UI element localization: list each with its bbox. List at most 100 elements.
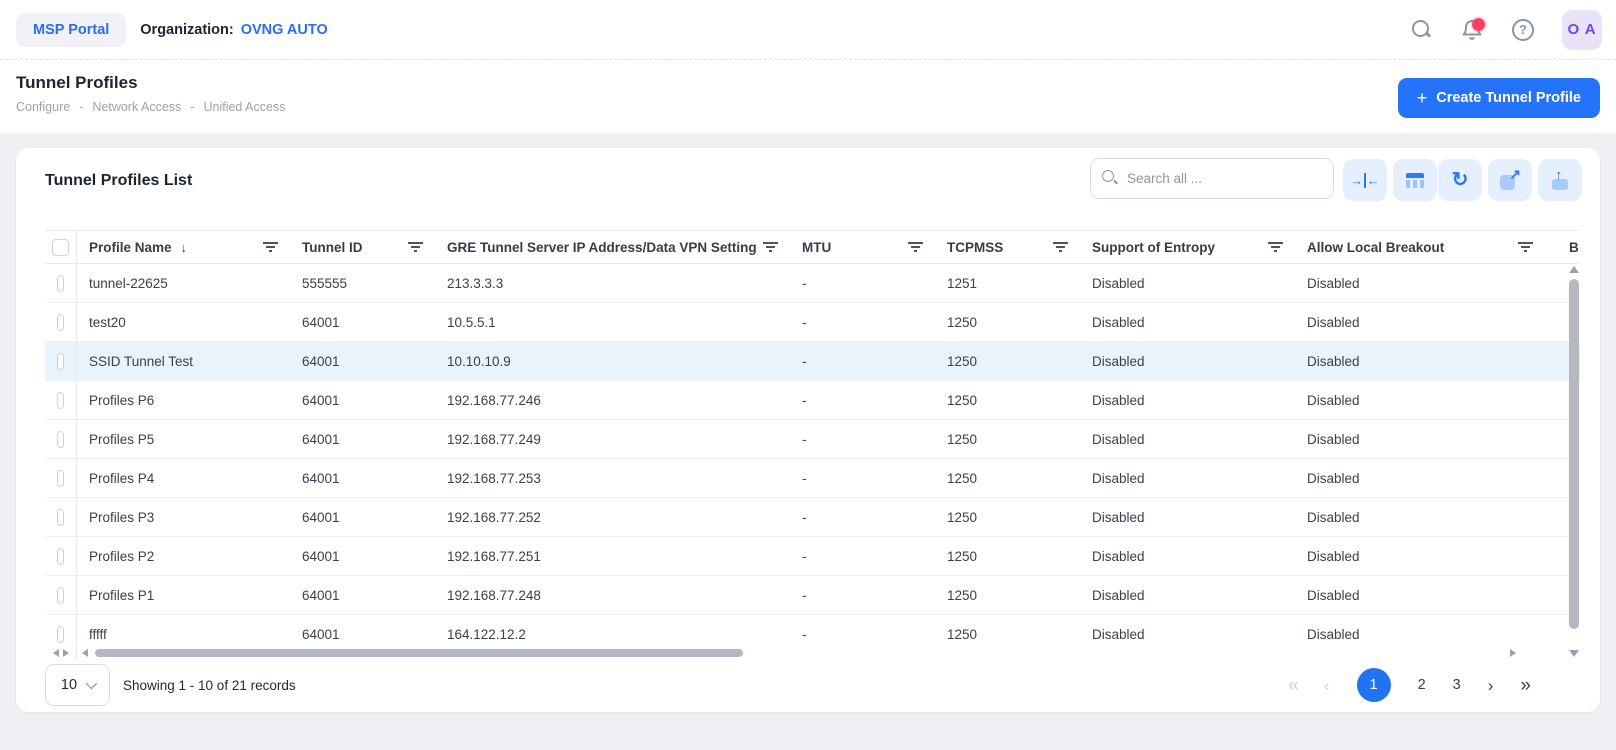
column-settings-button[interactable] [1393, 159, 1437, 201]
sort-desc-icon[interactable]: ↓ [181, 240, 188, 255]
cell-allow-local-breakout: Disabled [1295, 471, 1545, 486]
row-checkbox[interactable] [57, 314, 64, 331]
table-columns-icon [1406, 173, 1424, 188]
row-checkbox[interactable] [57, 431, 64, 448]
column-header-mtu[interactable]: MTU [790, 231, 935, 263]
breadcrumb-item-configure[interactable]: Configure [16, 100, 70, 114]
horizontal-scroll-thumb[interactable] [95, 649, 743, 657]
scroll-left-icon[interactable] [53, 649, 59, 657]
pagination-page-2[interactable]: 2 [1418, 677, 1426, 693]
table-row[interactable]: Profiles P3 64001 192.168.77.252 - 1250 … [45, 498, 1580, 537]
cell-support-of-entropy: Disabled [1080, 432, 1295, 447]
row-checkbox[interactable] [57, 548, 64, 565]
table-row[interactable]: Profiles P6 64001 192.168.77.246 - 1250 … [45, 381, 1580, 420]
column-header-gre-ip[interactable]: GRE Tunnel Server IP Address/Data VPN Se… [435, 231, 790, 263]
filter-icon[interactable] [263, 242, 278, 252]
collapse-columns-icon: →← [1350, 173, 1380, 188]
table-row[interactable]: tunnel-22625 555555 213.3.3.3 - 1251 Dis… [45, 264, 1580, 303]
scroll-left-icon[interactable] [82, 649, 88, 657]
pagination-first-button[interactable]: « [1288, 676, 1297, 695]
pagination: « ‹ 1 2 3 › » [1288, 668, 1529, 702]
row-checkbox-cell [45, 264, 77, 302]
row-checkbox[interactable] [57, 275, 64, 292]
create-tunnel-profile-button[interactable]: + Create Tunnel Profile [1398, 78, 1600, 118]
notifications-bell-icon[interactable] [1460, 18, 1484, 42]
table-row[interactable]: Profiles P2 64001 192.168.77.251 - 1250 … [45, 537, 1580, 576]
pagination-page-3[interactable]: 3 [1453, 677, 1461, 693]
vertical-scrollbar[interactable] [1567, 266, 1581, 661]
column-header-support-of-entropy[interactable]: Support of Entropy [1080, 231, 1295, 263]
scroll-right-icon[interactable] [63, 649, 69, 657]
filter-icon[interactable] [1268, 242, 1283, 252]
search-input[interactable] [1090, 158, 1334, 199]
horizontal-scroll-track[interactable] [93, 648, 1505, 658]
row-checkbox-cell [45, 537, 77, 575]
row-checkbox[interactable] [57, 392, 64, 409]
page-size-select[interactable]: 10 [45, 664, 110, 706]
row-checkbox[interactable] [57, 470, 64, 487]
row-checkbox[interactable] [57, 509, 64, 526]
breadcrumb-item-unified-access[interactable]: Unified Access [203, 100, 285, 114]
open-in-new-icon [1500, 170, 1520, 190]
column-header-profile-name[interactable]: Profile Name ↓ [77, 231, 290, 263]
filter-icon[interactable] [908, 242, 923, 252]
column-header-allow-local-breakout[interactable]: Allow Local Breakout [1295, 231, 1545, 263]
table-row[interactable]: SSID Tunnel Test 64001 10.10.10.9 - 1250… [45, 342, 1580, 381]
cell-allow-local-breakout: Disabled [1295, 276, 1545, 291]
scroll-up-icon[interactable] [1569, 266, 1579, 273]
cell-profile-name: Profiles P5 [77, 432, 290, 447]
pagination-next-button[interactable]: › [1488, 677, 1494, 694]
table-row[interactable]: fffff 64001 164.122.12.2 - 1250 Disabled… [45, 615, 1580, 645]
column-header-truncated[interactable]: B [1545, 231, 1580, 263]
pagination-page-1[interactable]: 1 [1357, 668, 1391, 702]
msp-portal-chip[interactable]: MSP Portal [16, 13, 126, 47]
cell-allow-local-breakout: Disabled [1295, 588, 1545, 603]
filter-icon[interactable] [408, 242, 423, 252]
cell-profile-name: Profiles P1 [77, 588, 290, 603]
cell-gre-ip: 164.122.12.2 [435, 627, 790, 642]
table-row[interactable]: Profiles P5 64001 192.168.77.249 - 1250 … [45, 420, 1580, 459]
filter-icon[interactable] [1053, 242, 1068, 252]
table-row[interactable]: Profiles P4 64001 192.168.77.253 - 1250 … [45, 459, 1580, 498]
cell-tunnel-id: 64001 [290, 354, 435, 369]
vertical-scroll-thumb[interactable] [1569, 279, 1579, 629]
pagination-prev-button[interactable]: ‹ [1324, 677, 1330, 694]
cell-tcpmss: 1250 [935, 471, 1080, 486]
row-checkbox-cell [45, 576, 77, 614]
export-button[interactable] [1488, 159, 1532, 201]
cell-profile-name: Profiles P3 [77, 510, 290, 525]
select-all-checkbox[interactable] [52, 239, 69, 256]
cell-tunnel-id: 64001 [290, 432, 435, 447]
tunnel-profiles-table: Profile Name ↓ Tunnel ID GRE Tunnel Serv… [45, 230, 1580, 661]
collapse-columns-button[interactable]: →← [1343, 159, 1387, 201]
row-checkbox[interactable] [57, 353, 64, 370]
row-checkbox[interactable] [57, 587, 64, 604]
refresh-button[interactable]: ↻ [1438, 159, 1482, 201]
organization-label: Organization: [140, 22, 233, 38]
filter-icon[interactable] [763, 242, 778, 252]
row-checkbox-cell [45, 303, 77, 341]
page-header: Tunnel Profiles Configure - Network Acce… [0, 60, 1616, 133]
filter-icon[interactable] [1518, 242, 1533, 252]
cell-mtu: - [790, 354, 935, 369]
table-row[interactable]: Profiles P1 64001 192.168.77.248 - 1250 … [45, 576, 1580, 615]
search-icon[interactable] [1411, 19, 1432, 40]
row-checkbox-cell [45, 342, 77, 380]
pagination-last-button[interactable]: » [1520, 676, 1529, 695]
cell-profile-name: tunnel-22625 [77, 276, 290, 291]
cell-mtu: - [790, 588, 935, 603]
help-icon[interactable]: ? [1512, 19, 1534, 41]
scroll-down-icon[interactable] [1569, 650, 1579, 657]
scroll-right-icon[interactable] [1510, 649, 1516, 657]
avatar[interactable]: O A [1562, 10, 1602, 50]
column-header-tunnel-id[interactable]: Tunnel ID [290, 231, 435, 263]
upload-button[interactable] [1538, 159, 1582, 201]
table-row[interactable]: test20 64001 10.5.5.1 - 1250 Disabled Di… [45, 303, 1580, 342]
cell-profile-name: Profiles P4 [77, 471, 290, 486]
organization-value[interactable]: OVNG AUTO [241, 22, 328, 38]
breadcrumb-item-network-access[interactable]: Network Access [92, 100, 181, 114]
column-header-tcpmss[interactable]: TCPMSS [935, 231, 1080, 263]
row-checkbox[interactable] [57, 626, 64, 643]
select-all-cell [45, 231, 77, 263]
cell-support-of-entropy: Disabled [1080, 471, 1295, 486]
